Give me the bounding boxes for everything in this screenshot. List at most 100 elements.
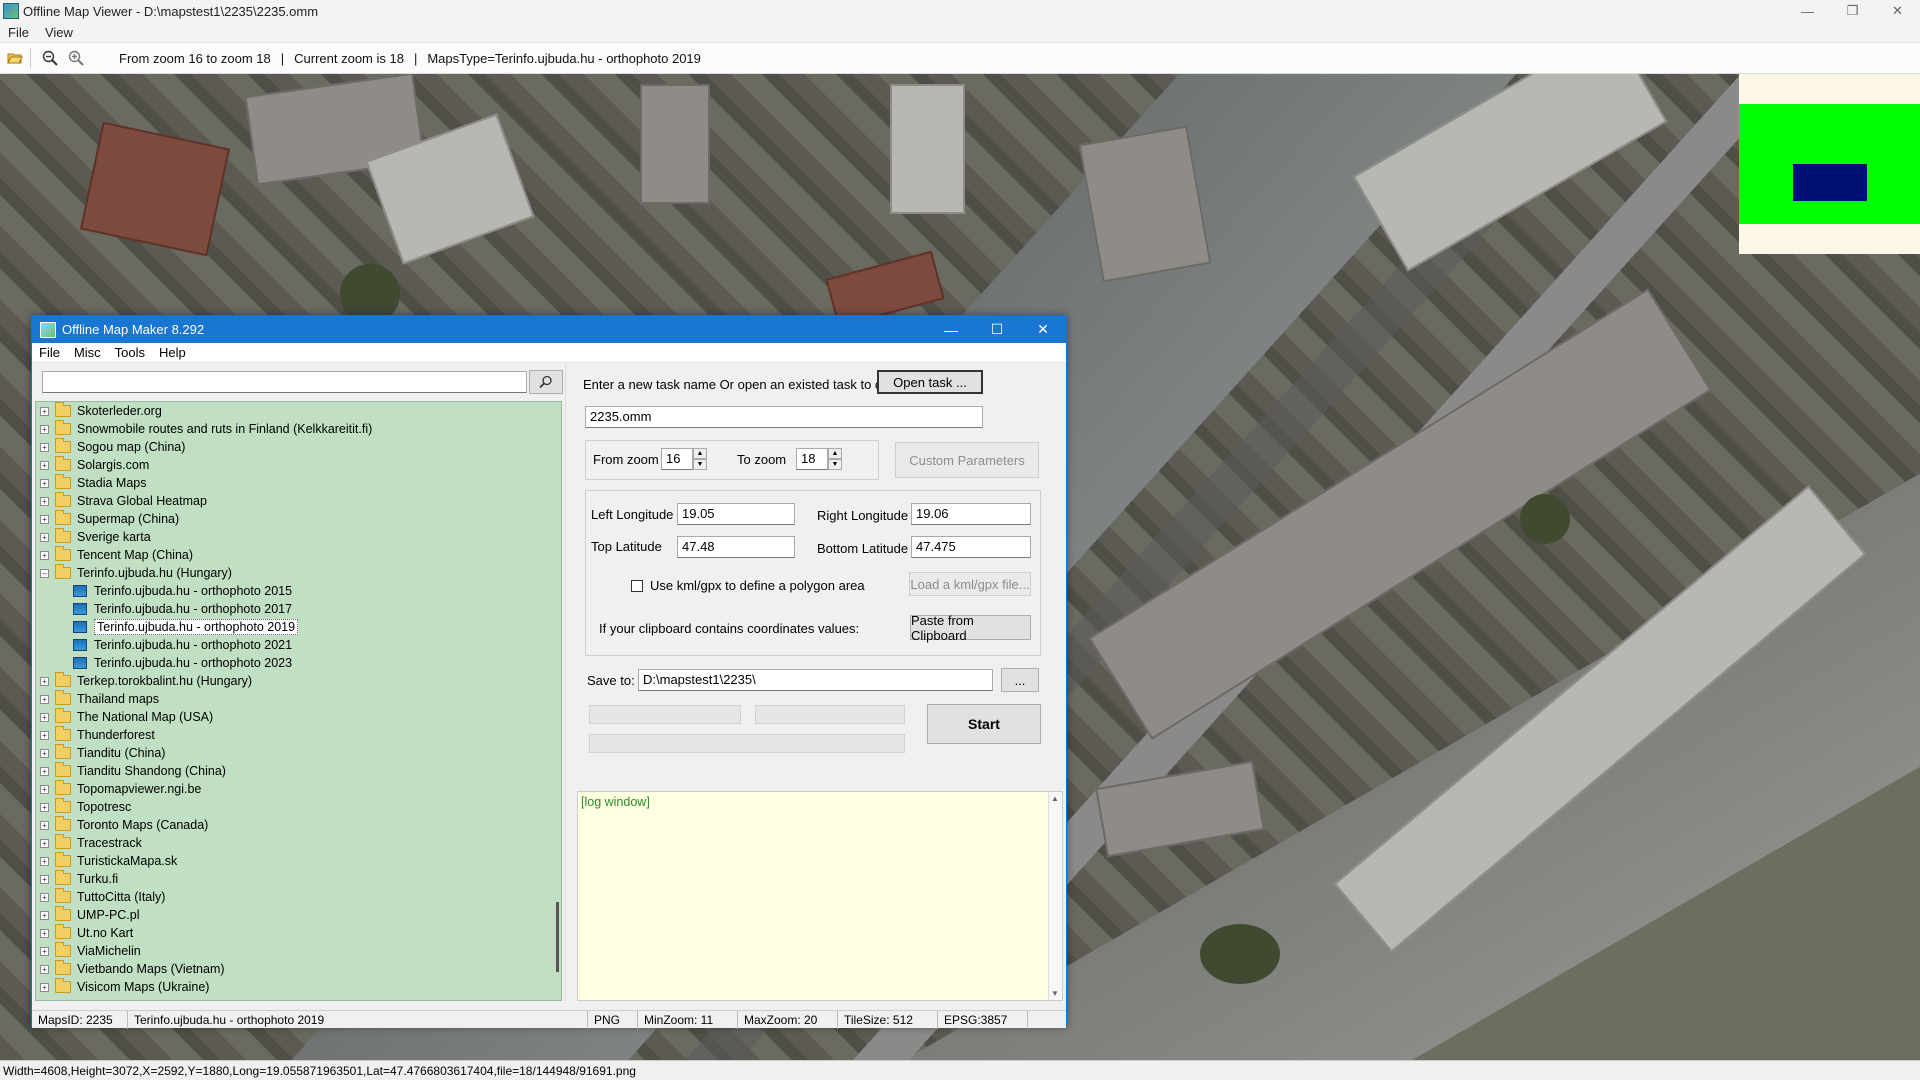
expand-icon[interactable]: + [40,478,49,488]
spin-up-icon[interactable]: ▲ [693,448,707,459]
menu-file[interactable]: File [32,345,67,360]
menu-help[interactable]: Help [152,345,193,360]
tree-folder-item[interactable]: + Visicom Maps (Ukraine) [36,978,561,996]
tree-folder-item[interactable]: + Supermap (China) [36,510,561,528]
tree-folder-item[interactable]: + Ut.no Kart [36,924,561,942]
spin-down-icon[interactable]: ▼ [828,459,842,470]
expand-icon[interactable]: + [40,838,49,848]
expand-icon[interactable]: + [40,928,49,938]
tree-map-item[interactable]: Terinfo.ujbuda.hu - orthophoto 2015 [36,582,561,600]
expand-icon[interactable]: + [40,406,49,416]
expand-icon[interactable]: + [40,874,49,884]
tree-folder-item[interactable]: + Solargis.com [36,456,561,474]
tree-map-item[interactable]: Terinfo.ujbuda.hu - orthophoto 2019 [36,618,561,636]
tree-map-item[interactable]: Terinfo.ujbuda.hu - orthophoto 2017 [36,600,561,618]
tree-folder-item[interactable]: + Strava Global Heatmap [36,492,561,510]
menu-misc[interactable]: Misc [67,345,108,360]
pane-splitter[interactable] [565,364,571,1001]
close-icon[interactable]: ✕ [1875,0,1920,22]
zoom-out-icon[interactable] [39,47,61,69]
tree-folder-item[interactable]: + Turku.fi [36,870,561,888]
browse-button[interactable]: ... [1001,668,1039,692]
expand-icon[interactable]: + [40,802,49,812]
expand-icon[interactable]: + [40,712,49,722]
tree-folder-item[interactable]: + Tencent Map (China) [36,546,561,564]
bottom-latitude-input[interactable]: 47.475 [911,536,1031,558]
kml-checkbox[interactable] [631,580,643,592]
expand-icon[interactable]: + [40,892,49,902]
right-longitude-input[interactable]: 19.06 [911,503,1031,525]
tree-folder-item[interactable]: + Tianditu (China) [36,744,561,762]
tree-folder-item[interactable]: + Toronto Maps (Canada) [36,816,561,834]
tree-map-item[interactable]: Terinfo.ujbuda.hu - orthophoto 2021 [36,636,561,654]
top-latitude-input[interactable]: 47.48 [677,536,795,558]
to-zoom-spinner[interactable]: ▲ ▼ [828,448,842,470]
custom-parameters-button[interactable]: Custom Parameters [895,442,1039,478]
search-input[interactable] [42,371,527,393]
tree-folder-item[interactable]: + Skoterleder.org [36,402,561,420]
from-zoom-input[interactable]: 16 [661,448,693,470]
task-name-input[interactable]: 2235.omm [585,406,983,428]
tree-folder-item[interactable]: + Thunderforest [36,726,561,744]
minimize-icon[interactable]: — [928,316,974,343]
tree-folder-item[interactable]: + Tracestrack [36,834,561,852]
tree-folder-item[interactable]: + TuristickaMapa.sk [36,852,561,870]
log-scrollbar[interactable]: ▲ ▼ [1048,792,1062,1000]
scroll-down-icon[interactable]: ▼ [1051,989,1059,998]
expand-icon[interactable]: + [40,946,49,956]
tree-scrollbar[interactable] [556,902,559,972]
expand-icon[interactable]: + [40,424,49,434]
tree-folder-item[interactable]: + The National Map (USA) [36,708,561,726]
menu-tools[interactable]: Tools [108,345,152,360]
from-zoom-spinner[interactable]: ▲ ▼ [693,448,707,470]
expand-icon[interactable]: + [40,748,49,758]
paste-from-clipboard-button[interactable]: Paste from Clipboard [910,613,1031,643]
tree-folder-item[interactable]: + Topotresc [36,798,561,816]
expand-icon[interactable]: + [40,820,49,830]
open-task-button[interactable]: Open task ... [877,370,983,394]
start-button[interactable]: Start [927,704,1041,744]
to-zoom-input[interactable]: 18 [796,448,828,470]
minimap-viewport[interactable] [1793,164,1867,201]
zoom-in-icon[interactable] [65,47,87,69]
expand-icon[interactable]: + [40,982,49,992]
expand-icon[interactable]: + [40,496,49,506]
load-kml-button[interactable]: Load a kml/gpx file... [909,572,1031,596]
maps-tree[interactable]: + Skoterleder.org + Snowmobile routes and r… [35,401,562,1001]
maximize-icon[interactable]: ❐ [1830,0,1875,22]
overview-minimap[interactable] [1739,74,1920,254]
close-icon[interactable]: ✕ [1020,316,1066,343]
tree-folder-item[interactable]: + Sverige karta [36,528,561,546]
spin-down-icon[interactable]: ▼ [693,459,707,470]
kml-checkbox-label[interactable]: Use kml/gpx to define a polygon area [650,578,865,593]
expand-icon[interactable]: + [40,856,49,866]
expand-icon[interactable]: + [40,784,49,794]
menu-view[interactable]: View [37,25,81,40]
expand-icon[interactable]: + [40,460,49,470]
tree-folder-item[interactable]: + Topomapviewer.ngi.be [36,780,561,798]
save-to-input[interactable]: D:\mapstest1\2235\ [638,669,993,691]
tree-folder-item[interactable]: + ViaMichelin [36,942,561,960]
expand-icon[interactable]: + [40,550,49,560]
tree-folder-item[interactable]: – Terinfo.ujbuda.hu (Hungary) [36,564,561,582]
tree-folder-item[interactable]: + TuttoCitta (Italy) [36,888,561,906]
expand-icon[interactable]: + [40,910,49,920]
expand-icon[interactable]: + [40,442,49,452]
search-button[interactable] [529,370,563,394]
expand-icon[interactable]: + [40,730,49,740]
tree-folder-item[interactable]: + Terkep.torokbalint.hu (Hungary) [36,672,561,690]
log-window[interactable]: [log window] ▲ ▼ [577,791,1063,1001]
tree-folder-item[interactable]: + Thailand maps [36,690,561,708]
expand-icon[interactable]: + [40,766,49,776]
expand-icon[interactable]: + [40,514,49,524]
expand-icon[interactable]: + [40,676,49,686]
menu-file[interactable]: File [0,25,37,40]
tree-folder-item[interactable]: + Sogou map (China) [36,438,561,456]
tree-folder-item[interactable]: + Vietbando Maps (Vietnam) [36,960,561,978]
spin-up-icon[interactable]: ▲ [828,448,842,459]
map-maker-titlebar[interactable]: Offline Map Maker 8.292 — ☐ ✕ [32,316,1066,343]
collapse-icon[interactable]: – [40,568,49,578]
left-longitude-input[interactable]: 19.05 [677,503,795,525]
maximize-icon[interactable]: ☐ [974,316,1020,343]
tree-folder-item[interactable]: + Stadia Maps [36,474,561,492]
